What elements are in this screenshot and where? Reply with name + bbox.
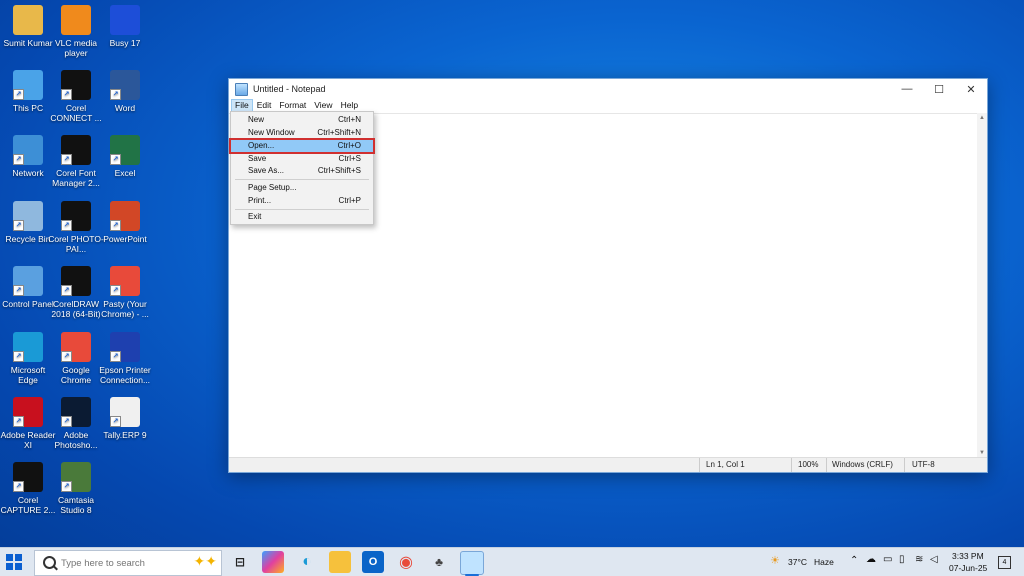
notepad-icon[interactable] bbox=[460, 551, 484, 576]
maximize-button[interactable]: ☐ bbox=[923, 79, 955, 99]
menu-item-open[interactable]: Open... Ctrl+O bbox=[229, 138, 375, 154]
weather-sun-icon: ☀ bbox=[770, 555, 780, 567]
clock-date[interactable]: 07-Jun-25 bbox=[949, 563, 987, 573]
close-button[interactable]: ✕ bbox=[955, 79, 987, 99]
task-view-icon[interactable]: ⊟ bbox=[229, 551, 251, 573]
status-bar: Ln 1, Col 1 100% Windows (CRLF) UTF-8 bbox=[229, 457, 987, 472]
weather-temp[interactable]: 37°C bbox=[788, 557, 807, 567]
edge-icon[interactable]: ◐ bbox=[296, 551, 318, 573]
zoom-level: 100% bbox=[798, 460, 819, 469]
menu-item-new-window[interactable]: New Window Ctrl+Shift+N bbox=[231, 127, 373, 139]
windows-start-icon[interactable] bbox=[6, 554, 22, 570]
chrome-icon[interactable]: ◉ bbox=[395, 551, 417, 573]
volume-icon[interactable]: ◁ bbox=[930, 554, 938, 565]
menu-separator bbox=[235, 209, 369, 210]
notepad-icon bbox=[235, 82, 248, 96]
taskbar-search[interactable]: ✦✦ bbox=[34, 550, 222, 576]
clock-time[interactable]: 3:33 PM bbox=[952, 551, 984, 561]
copilot-icon[interactable] bbox=[262, 551, 284, 573]
sparkle-icon[interactable]: ✦✦ bbox=[194, 553, 217, 570]
title-bar[interactable]: Untitled - Notepad — ☐ ✕ bbox=[229, 79, 987, 99]
file-explorer-icon[interactable] bbox=[329, 551, 351, 573]
chevron-up-icon[interactable]: ⌃ bbox=[850, 555, 858, 566]
menu-item-exit[interactable]: Exit bbox=[231, 211, 373, 223]
file-menu-dropdown: New Ctrl+N New Window Ctrl+Shift+N Open...… bbox=[229, 111, 375, 225]
menu-separator bbox=[235, 179, 369, 180]
vertical-scrollbar[interactable]: ▲ ▼ bbox=[977, 113, 987, 458]
taskbar: ✦✦ ⊟ ◐ O ◉ ♣ ☀ 37°C Haze ⌃ ☁ ▭ ▯ ≋ ◁ 3:3… bbox=[0, 547, 1024, 576]
encoding: UTF-8 bbox=[912, 460, 935, 469]
wifi-icon[interactable]: ≋ bbox=[915, 554, 923, 565]
search-input[interactable] bbox=[59, 554, 173, 572]
menu-item-page-setup[interactable]: Page Setup... bbox=[231, 182, 373, 194]
outlook-icon[interactable]: O bbox=[362, 551, 384, 573]
scroll-up-icon[interactable]: ▲ bbox=[977, 113, 987, 123]
weather-condition[interactable]: Haze bbox=[814, 557, 834, 567]
minimize-button[interactable]: — bbox=[891, 79, 923, 99]
search-icon bbox=[43, 556, 56, 569]
line-ending: Windows (CRLF) bbox=[832, 460, 893, 469]
cursor-position: Ln 1, Col 1 bbox=[706, 460, 745, 469]
menu-item-save-as[interactable]: Save As... Ctrl+Shift+S bbox=[231, 165, 373, 177]
window-title: Untitled - Notepad bbox=[253, 84, 326, 94]
cloud-icon[interactable]: ☁ bbox=[866, 554, 876, 565]
menu-item-save[interactable]: Save Ctrl+S bbox=[231, 153, 373, 165]
menu-item-new[interactable]: New Ctrl+N bbox=[231, 114, 373, 126]
menu-item-print[interactable]: Print... Ctrl+P bbox=[231, 195, 373, 207]
game-icon[interactable]: ♣ bbox=[428, 551, 450, 573]
notification-icon[interactable]: 4 bbox=[998, 556, 1011, 569]
battery-icon[interactable]: ▯ bbox=[899, 554, 905, 565]
drive-icon[interactable]: ▭ bbox=[883, 554, 892, 565]
